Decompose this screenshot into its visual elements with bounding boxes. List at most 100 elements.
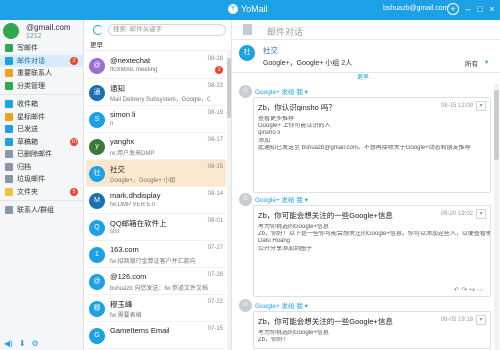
sidebar-item[interactable]: 写邮件	[0, 42, 84, 55]
sidebar-item[interactable]: 文件夹 5	[0, 186, 84, 199]
sidebar-item[interactable]: 已删除邮件	[0, 148, 84, 161]
item-sender: @nextechat	[110, 56, 151, 65]
message: G Google+ 发给 我 ▾ Zb，你认识qinsho 吗？ 08-15 12:0…	[239, 84, 491, 194]
sidebar-item[interactable]: 归档	[0, 161, 84, 174]
list-item[interactable]: G GameItems Email 07-15	[86, 322, 226, 349]
message: G Google+ 发给 我 ▾ Zb，你可能会想关注的一些Google+信息 06-…	[239, 298, 491, 350]
item-date: 08-17	[207, 137, 223, 143]
sidebar-item[interactable]: 垃圾邮件	[0, 173, 84, 186]
message-sender[interactable]: Google+ 发给 我 ▾	[255, 300, 308, 310]
folder-icon	[5, 100, 13, 109]
nav-divider	[0, 198, 84, 201]
settings-gear-icon[interactable]: ⚙	[32, 339, 39, 348]
title-bar: Y YoMail bshuazb@gmail.com + – □ ×	[0, 0, 500, 20]
download-icon[interactable]: ⬇	[19, 339, 26, 348]
conversation-header: 社 社交 Google+，Google+ 小组 2人 所有 ▾	[233, 41, 500, 73]
message-card[interactable]: Zb，你可能会想关注的一些Google+信息 06-05 19:18 ▾ 考为你挑选的…	[253, 311, 491, 349]
reader-scrollbar[interactable]	[494, 84, 499, 350]
avatar: 通	[89, 85, 105, 101]
sidebar-item[interactable]: 邮件对话 2	[0, 54, 84, 67]
list-item[interactable]: 1 163.com fw:招商银行金算证客户并汇款向 07-27	[86, 241, 226, 268]
message-body-line: Google+ 上你可能认识的人	[258, 123, 331, 130]
message-subject: Zb，你可能会想关注的一些Google+信息	[258, 211, 393, 220]
list-scrollbar[interactable]	[227, 50, 231, 350]
folder-icon	[5, 150, 13, 159]
item-date: 07-22	[207, 299, 223, 305]
item-date: 08-15	[207, 164, 223, 170]
sidebar-item-label: 收件箱	[17, 101, 38, 109]
message-menu-button[interactable]: ▾	[476, 101, 486, 111]
list-item[interactable]: y yanghx re:用户发来DMP 08-17	[86, 133, 226, 160]
item-sender: simon li	[110, 110, 136, 119]
item-preview: ff0XMAIL meeting	[110, 67, 158, 73]
close-button[interactable]: ×	[486, 3, 498, 15]
message-body-line: qinsho li	[258, 130, 281, 137]
reading-pane: 邮件对话 社 社交 Google+，Google+ 小组 2人 所有 ▾ 更早 …	[233, 20, 500, 350]
message-card[interactable]: Zb，你认识qinsho 吗？ 08-15 12:09 ▾ 查看更多推荐 Google+…	[253, 97, 491, 193]
reader-topbar: 邮件对话	[233, 20, 500, 40]
reader-title: 邮件对话	[267, 27, 304, 37]
message-body-line: 查看更多推荐	[258, 116, 295, 122]
list-item[interactable]: Mmark.dhdisplay fw:DMP VER 5.0 08-14	[86, 187, 226, 214]
list-item[interactable]: 社社交 Google+，Google+ 小组 08-15	[86, 160, 226, 187]
sound-icon[interactable]: ◀)	[4, 339, 13, 348]
reader-scrollbar-thumb[interactable]	[494, 90, 499, 160]
sidebar-item[interactable]: 星标邮件	[0, 111, 84, 124]
item-preview: fw:需要表格	[110, 313, 142, 319]
sidebar-item[interactable]: 已发送	[0, 123, 84, 136]
sidebar-item-label: 写邮件	[17, 45, 38, 53]
account-email[interactable]: bshuazb@gmail.com	[383, 5, 448, 12]
list-item[interactable]: @ @nextechat ff0XMAIL meeting 08-28 2	[86, 52, 226, 79]
message-menu-button[interactable]: ▾	[476, 209, 486, 219]
list-item[interactable]: @ @126.com bshuazb 向您发送：fw:参道文件文档 07-26	[86, 268, 226, 295]
avatar: 社	[89, 166, 105, 182]
list-item[interactable]: 穆穆玉峰 fw:需要表格 07-22	[86, 295, 226, 322]
conversation-list: 搜索: 邮件关键字 更早 @ @nextechat ff0XMAIL meeting…	[86, 20, 232, 350]
item-sender: @126.com	[110, 272, 147, 281]
message-body: 查看更多推荐 Google+ 上你可能认识的人 qinsho li 添加 此通知已发送至…	[258, 116, 490, 152]
item-preview: bshuazb 向您发送：fw:参道文件文档	[110, 286, 209, 292]
sidebar-item[interactable]: 草稿箱 10	[0, 136, 84, 149]
message-body-line: 公开分享添加到圈子	[258, 245, 313, 252]
sidebar-item[interactable]: 分类管理	[0, 80, 84, 93]
unread-badge: 2	[70, 56, 78, 65]
message-body-line: 此通知已发送至 bshuazb@gmail.com。不想再接收关于Google+…	[258, 144, 471, 151]
message-card[interactable]: Zb，你可能会想关注的一些Google+信息 06-20 19:02 ▾ 考为你挑选的…	[253, 205, 491, 297]
account-box[interactable]: @gmail.com 1212	[0, 20, 84, 42]
sidebar-item[interactable]: 联系人/群组	[0, 204, 84, 217]
filter-all-dropdown[interactable]: 所有	[465, 58, 478, 68]
message: G Google+ 发给 我 ▾ Zb，你可能会想关注的一些Google+信息 06-…	[239, 192, 491, 298]
add-account-button[interactable]: +	[447, 3, 459, 15]
filter-caret-icon[interactable]: ▾	[485, 58, 488, 66]
sidebar-nav: 写邮件 邮件对话 2 重要联系人 分类管理收件箱星标邮件 已发送 草稿箱 10 已删除邮件 归档垃…	[0, 42, 84, 217]
message-sender[interactable]: Google+ 发给 我 ▾	[255, 194, 308, 204]
sidebar-item[interactable]: 重要联系人	[0, 67, 84, 80]
message-menu-button[interactable]: ▾	[476, 315, 486, 325]
nav-divider	[0, 92, 84, 95]
conversation-members: Google+，Google+ 小组 2人	[263, 60, 353, 67]
item-sender: 穆玉峰	[110, 300, 133, 309]
message-sender[interactable]: Google+ 发给 我 ▾	[255, 86, 308, 96]
list-item[interactable]: Ssimon li n 08-19	[86, 106, 226, 133]
account-email-short: @gmail.com	[26, 23, 71, 32]
item-sender: GameItems Email	[110, 326, 170, 335]
list-scrollbar-thumb[interactable]	[227, 58, 231, 118]
list-item[interactable]: 通通知 Mail Delivery Subsystem，Google，Goog 08…	[86, 79, 226, 106]
maximize-button[interactable]: □	[474, 3, 486, 15]
search-input[interactable]: 搜索: 邮件关键字	[108, 24, 226, 36]
avatar: G	[89, 328, 105, 344]
item-date: 07-15	[207, 326, 223, 332]
sidebar-item[interactable]: 收件箱	[0, 98, 84, 111]
refresh-icon[interactable]	[93, 25, 103, 35]
item-sender: yanghx	[110, 137, 135, 146]
account-count: 1212	[26, 33, 42, 40]
avatar[interactable]	[3, 23, 19, 39]
avatar: 穆	[89, 301, 105, 317]
item-date: 08-14	[207, 191, 223, 197]
list-group-header[interactable]: 更早	[86, 41, 231, 51]
list-item[interactable]: Q QQ邮箱在软件上 sfsf 08-01	[86, 214, 226, 241]
item-date: 07-27	[207, 245, 223, 251]
back-icon[interactable]	[243, 24, 252, 35]
minimize-button[interactable]: –	[462, 3, 474, 15]
reply-actions[interactable]: ↶ ↷ ↪ ⋯	[454, 286, 484, 294]
